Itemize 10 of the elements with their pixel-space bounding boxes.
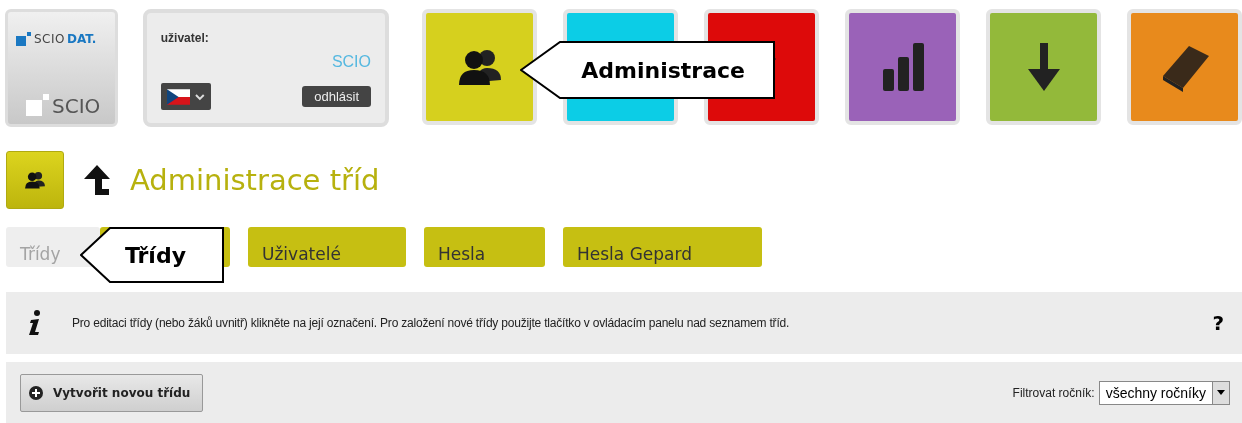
filter-label: Filtrovat ročník:: [1012, 385, 1095, 400]
logo-text: SCIO: [34, 32, 65, 46]
page-title: Administrace tříd: [130, 163, 380, 197]
user-name: SCIO: [331, 53, 371, 71]
callout-tooltip: Třídy: [80, 227, 224, 283]
brand-text: SCIO: [52, 96, 101, 116]
user-label: uživatel:: [160, 31, 210, 45]
callout-tooltip: Administrace: [520, 41, 775, 99]
logo-suffix: DAT.: [67, 32, 97, 46]
info-text: Pro editaci třídy (nebo žáků uvnitř) klikněte na její označení. Pro založení nové třídy použijte tlačítko v ovládacím panelu nad seznamem tříd.: [72, 316, 791, 330]
